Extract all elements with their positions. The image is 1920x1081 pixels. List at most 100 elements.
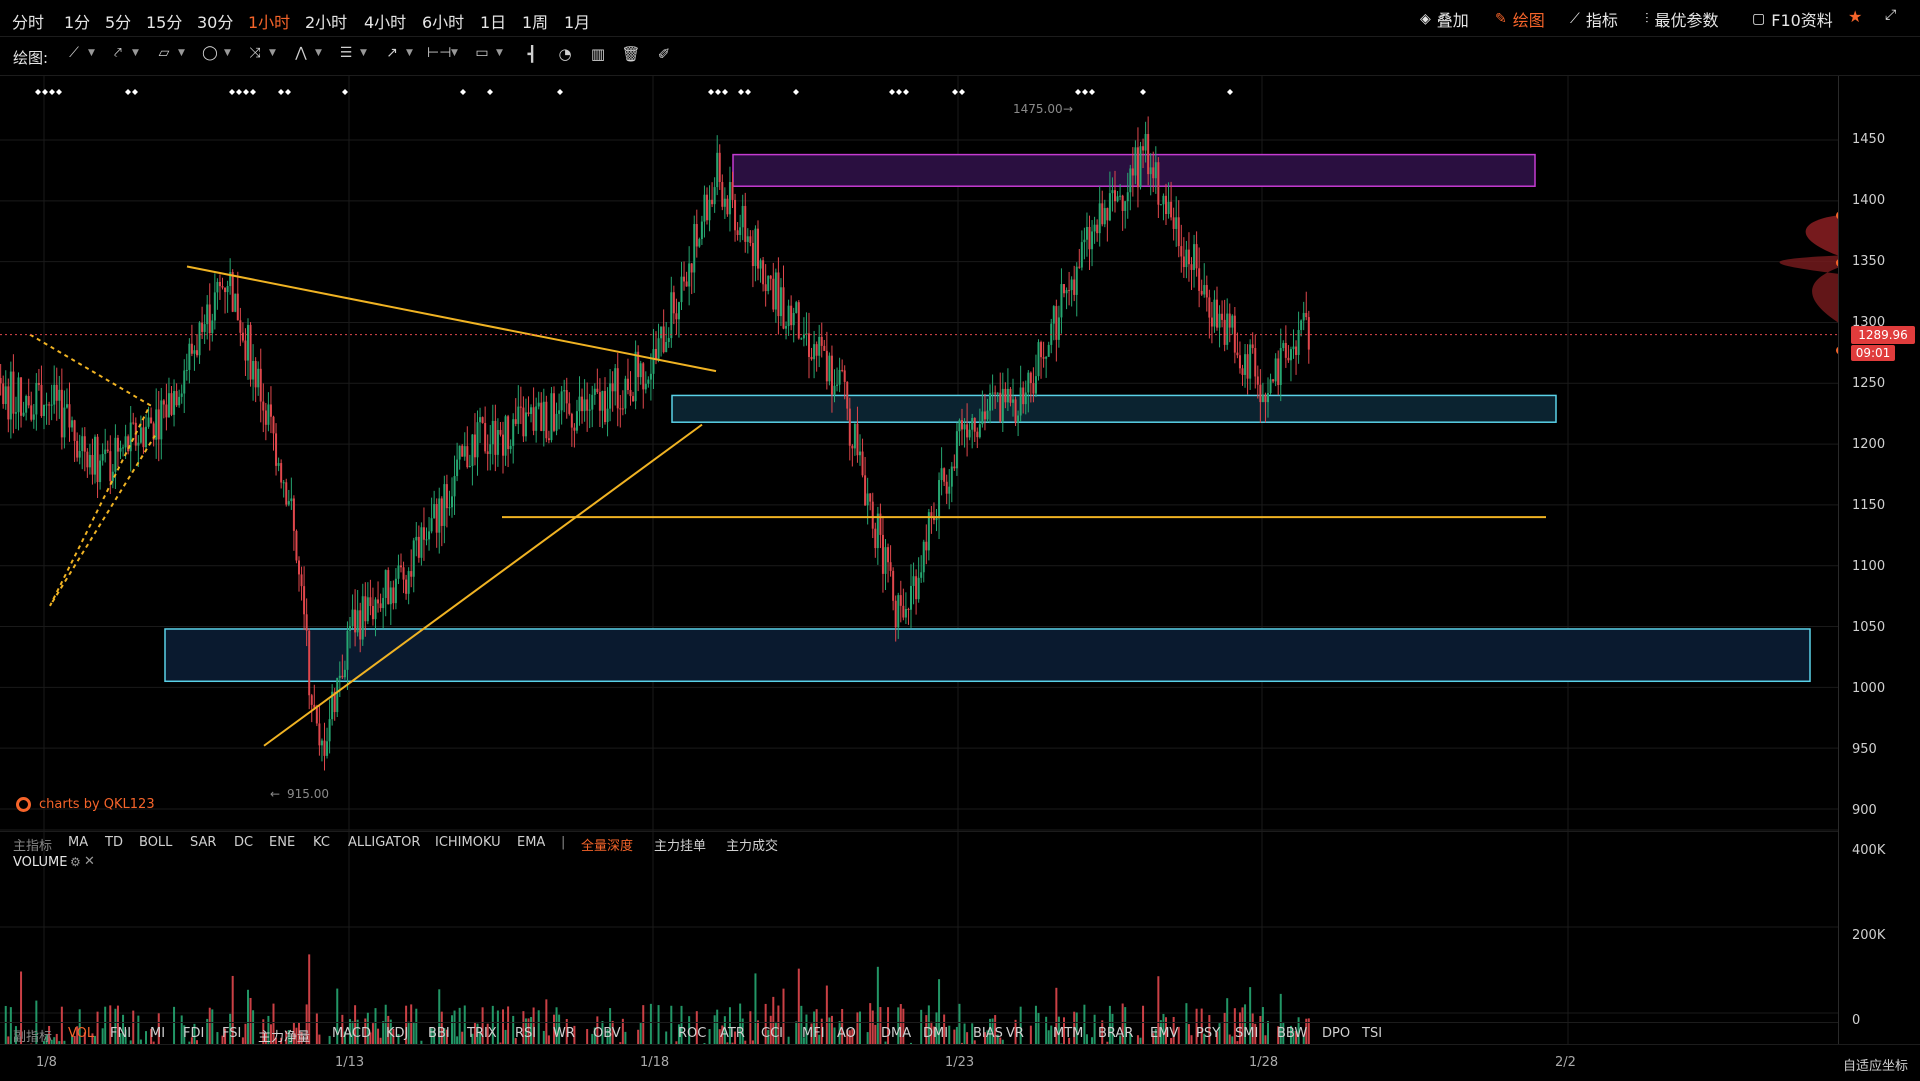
- sub-indicator-tab[interactable]: TRIX: [467, 1026, 497, 1041]
- timeframe-tab[interactable]: 1月: [564, 9, 590, 33]
- sub-indicator-tab[interactable]: MACD: [332, 1026, 371, 1041]
- timeframe-tab[interactable]: 5分: [105, 9, 131, 33]
- sub-indicator-tab[interactable]: ATR: [720, 1026, 745, 1041]
- candle-body: [346, 631, 348, 670]
- candle-body: [74, 420, 76, 441]
- indicator-tab[interactable]: MA: [68, 835, 88, 850]
- sub-indicator-tab[interactable]: FDI: [183, 1026, 204, 1041]
- gear-icon[interactable]: ⚙: [70, 855, 81, 869]
- sub-indicator-tab[interactable]: EMV: [1150, 1026, 1178, 1041]
- candle-body: [89, 455, 91, 467]
- sub-indicator-tab[interactable]: PSY: [1196, 1026, 1220, 1041]
- candle-body: [966, 424, 968, 437]
- candle-body: [1117, 196, 1119, 201]
- candle-body: [15, 412, 17, 413]
- depth-tab-active[interactable]: 全量深度: [581, 835, 633, 854]
- sub-indicator-tab[interactable]: BBW: [1277, 1026, 1307, 1041]
- pen-tool-icon[interactable]: ✐: [653, 45, 675, 67]
- sub-indicator-tab[interactable]: MI: [150, 1026, 165, 1041]
- f10-button[interactable]: ▢ F10资料: [1752, 7, 1833, 31]
- timeframe-tab-active[interactable]: 1小时: [248, 9, 290, 33]
- candle-body: [1152, 167, 1154, 178]
- indicator-tab[interactable]: SAR: [190, 835, 216, 850]
- chart-tool-icon[interactable]: ◔: [554, 45, 576, 67]
- sub-indicator-tab[interactable]: MFI: [802, 1026, 825, 1041]
- candle-body: [528, 412, 530, 414]
- candle-body: [1134, 147, 1136, 175]
- timeframe-tab[interactable]: 6小时: [422, 9, 464, 33]
- indicator-tab[interactable]: EMA: [517, 835, 545, 850]
- timeframe-tab[interactable]: 2小时: [305, 9, 347, 33]
- timeframe-tab[interactable]: 30分: [197, 9, 233, 33]
- indicator-tab[interactable]: ENE: [269, 835, 295, 850]
- arrow-tool[interactable]: ↗▼: [382, 45, 418, 67]
- indicator-tab[interactable]: BOLL: [139, 835, 172, 850]
- draw-button[interactable]: ✎ 绘图: [1495, 7, 1545, 31]
- autofit-button[interactable]: 自适应坐标: [1843, 1055, 1908, 1074]
- channel-tool[interactable]: ▱▼: [154, 45, 190, 67]
- candle-body: [1145, 134, 1147, 150]
- indicator-tab[interactable]: ICHIMOKU: [435, 835, 501, 850]
- candle-body: [915, 576, 917, 599]
- sub-indicator-tab[interactable]: ROC: [678, 1026, 706, 1041]
- candle-body: [788, 306, 790, 326]
- price-chart[interactable]: 1475.00 → ← 915.00: [0, 76, 1838, 1044]
- sub-indicator-tab[interactable]: WR: [553, 1026, 575, 1041]
- histogram-tool-icon[interactable]: ▥: [587, 45, 609, 67]
- sub-indicator-tab-active[interactable]: VOL: [68, 1026, 94, 1041]
- indicator-tab[interactable]: TD: [105, 835, 123, 850]
- sub-indicator-tab[interactable]: TSI: [1362, 1026, 1382, 1041]
- candle-body: [145, 427, 147, 447]
- sub-indicator-tab[interactable]: SMI: [1235, 1026, 1258, 1041]
- pattern-tool[interactable]: ⋀▼: [291, 45, 327, 67]
- sub-indicator-tab[interactable]: FNI: [110, 1026, 131, 1041]
- candle-body: [920, 572, 922, 578]
- sub-indicator-tab[interactable]: CCI: [761, 1026, 783, 1041]
- candle-body: [1257, 376, 1259, 384]
- star-icon[interactable]: ★: [1848, 7, 1862, 26]
- indicator-button[interactable]: ⟋ 指标: [1570, 7, 1618, 31]
- ray-tool[interactable]: ⤤▼: [108, 45, 144, 67]
- timeframe-tab[interactable]: 1周: [522, 9, 548, 33]
- depth-tab[interactable]: 主力挂单: [654, 835, 706, 854]
- sub-indicator-tab[interactable]: AO: [837, 1026, 856, 1041]
- sub-indicator-tab[interactable]: DPO: [1322, 1026, 1350, 1041]
- text-tool[interactable]: ☰▼: [336, 45, 372, 67]
- sub-indicator-tab[interactable]: FSI: [222, 1026, 241, 1041]
- comment-tool[interactable]: ▭▼: [472, 45, 508, 67]
- indicator-tab[interactable]: ALLIGATOR: [348, 835, 420, 850]
- sub-indicator-tab[interactable]: BIAS: [973, 1026, 1003, 1041]
- sub-indicator-tab[interactable]: MTM: [1053, 1026, 1083, 1041]
- close-icon[interactable]: ✕: [84, 854, 95, 869]
- trash-icon[interactable]: 🗑: [620, 45, 642, 67]
- candle-body: [224, 288, 226, 293]
- circle-tool[interactable]: ◯▼: [200, 45, 236, 67]
- optimal-params-button[interactable]: ⫶ 最优参数: [1645, 7, 1719, 31]
- measure-tool[interactable]: ⊢⊣▼: [427, 45, 463, 67]
- date-axis[interactable]: 1/8 1/13 1/18 1/23 1/28 2/2 自适应坐标: [0, 1044, 1920, 1081]
- depth-tab[interactable]: 主力成交: [726, 835, 778, 854]
- indicator-tab[interactable]: KC: [313, 835, 330, 850]
- indicator-tab[interactable]: DC: [234, 835, 253, 850]
- candle-body: [420, 527, 422, 558]
- bar-tool-icon[interactable]: ┫: [521, 45, 543, 67]
- sub-indicator-tab[interactable]: VR: [1006, 1026, 1024, 1041]
- timeframe-tab[interactable]: 1日: [480, 9, 506, 33]
- candle-body: [211, 320, 213, 333]
- sub-indicator-tab[interactable]: OBV: [593, 1026, 621, 1041]
- sub-indicator-tab[interactable]: DMA: [881, 1026, 911, 1041]
- timeframe-tab[interactable]: 1分: [64, 9, 90, 33]
- overlay-button[interactable]: ◈ 叠加: [1420, 7, 1469, 31]
- timeframe-tab[interactable]: 分时: [12, 9, 44, 33]
- sub-indicator-tab[interactable]: DMI: [923, 1026, 948, 1041]
- timeframe-tab[interactable]: 4小时: [364, 9, 406, 33]
- sub-indicator-tab[interactable]: RSI: [515, 1026, 536, 1041]
- sub-indicator-tab[interactable]: KDJ: [386, 1026, 408, 1041]
- sub-indicator-tab[interactable]: BBI: [428, 1026, 450, 1041]
- timeframe-tab[interactable]: 15分: [146, 9, 182, 33]
- fullscreen-icon[interactable]: ⤢: [1885, 7, 1896, 23]
- line-tool[interactable]: ⟋▼: [64, 45, 100, 67]
- fib-tool[interactable]: ⤨▼: [245, 45, 281, 67]
- sub-indicator-tab[interactable]: 主力净量: [258, 1026, 310, 1045]
- sub-indicator-tab[interactable]: BRAR: [1098, 1026, 1133, 1041]
